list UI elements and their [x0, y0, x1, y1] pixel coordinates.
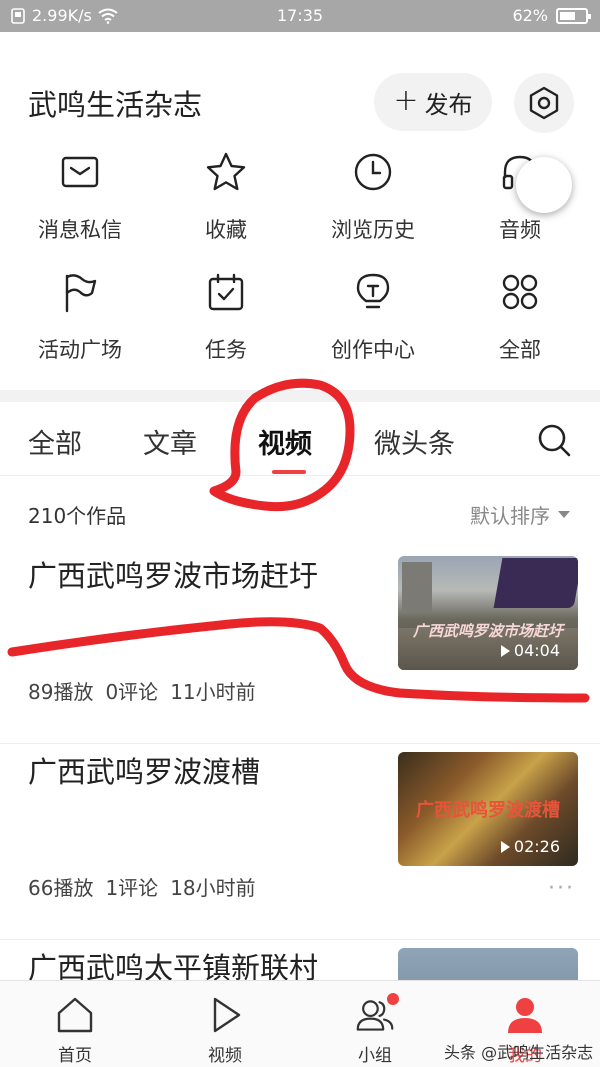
nav-group[interactable]: 小组 — [300, 981, 450, 1067]
works-count: 210个作品 — [28, 504, 127, 528]
mail-icon — [61, 156, 99, 188]
grid-item-creator-center[interactable]: 创作中心 — [298, 266, 448, 386]
video-duration: 04:04 — [500, 641, 560, 660]
grid-item-activity-square[interactable]: 活动广场 — [5, 266, 155, 386]
nav-label: 视频 — [208, 1046, 242, 1066]
thumb-overlay-text: 广西武鸣罗波市场赶圩 — [412, 622, 563, 640]
page-title: 武鸣生活杂志 — [28, 88, 203, 122]
play-icon — [213, 997, 241, 1033]
nav-home[interactable]: 首页 — [0, 981, 150, 1067]
comment-count: 1评论 — [105, 876, 159, 900]
list-item[interactable]: 广西武鸣罗波渡槽 广西武鸣罗波渡槽 02:26 66播放 1评论 18小时前 ·… — [0, 744, 600, 940]
home-icon — [57, 997, 93, 1033]
video-thumbnail[interactable] — [398, 948, 578, 980]
duration-text: 04:04 — [513, 641, 560, 660]
profile-header: 武鸣生活杂志 + 发布 — [0, 32, 600, 142]
grid-item-audio[interactable]: 音频 — [445, 146, 595, 266]
sort-label: 默认排序 — [470, 504, 550, 528]
play-count: 66播放 — [28, 876, 94, 900]
list-subheader: 210个作品 默认排序 — [0, 476, 600, 548]
lightbulb-icon — [356, 273, 390, 309]
notification-dot — [387, 993, 399, 1005]
publish-button[interactable]: + 发布 — [374, 73, 492, 131]
assistive-touch-ball[interactable] — [516, 157, 572, 213]
item-meta: 66播放 1评论 18小时前 — [28, 872, 256, 901]
item-title: 广西武鸣罗波渡槽 — [28, 755, 261, 789]
tab-videos[interactable]: 视频 — [258, 422, 312, 461]
grid-icon — [502, 274, 538, 310]
function-grid: 消息私信 收藏 浏览历史 音频 活动广场 任务 创作中心 全部 — [0, 142, 600, 382]
list-item[interactable]: 广西武鸣罗波市场赶圩 广西武鸣罗波市场赶圩 04:04 89播放 0评论 11小… — [0, 548, 600, 744]
grid-item-messages[interactable]: 消息私信 — [5, 146, 155, 266]
video-thumbnail[interactable]: 广西武鸣罗波市场赶圩 04:04 — [398, 556, 578, 670]
play-icon — [500, 644, 510, 657]
clock-icon — [354, 153, 392, 191]
section-divider — [0, 390, 600, 402]
gear-icon — [529, 86, 559, 120]
item-title: 广西武鸣罗波市场赶圩 — [28, 559, 319, 593]
item-title: 广西武鸣太平镇新联村 — [28, 951, 319, 980]
tab-micro-headlines[interactable]: 微头条 — [374, 422, 455, 461]
grid-label: 收藏 — [205, 218, 247, 242]
status-right: 62% — [512, 6, 591, 25]
grid-label: 创作中心 — [331, 338, 415, 362]
nav-label: 首页 — [58, 1046, 92, 1066]
more-options-icon[interactable]: ··· — [548, 876, 575, 901]
list-item[interactable]: 广西武鸣太平镇新联村 — [0, 940, 600, 980]
grid-item-favorites[interactable]: 收藏 — [151, 146, 301, 266]
grid-label: 音频 — [499, 218, 541, 242]
publish-time: 11小时前 — [170, 680, 256, 704]
publish-time: 18小时前 — [170, 876, 256, 900]
profile-icon — [508, 998, 542, 1033]
active-tab-indicator — [272, 470, 306, 474]
tab-all[interactable]: 全部 — [28, 422, 82, 461]
caret-down-icon — [558, 511, 570, 518]
flag-icon — [65, 274, 97, 313]
thumb-building — [402, 562, 432, 612]
sort-dropdown[interactable]: 默认排序 — [470, 500, 570, 529]
thumb-awning — [493, 558, 578, 608]
plus-icon: + — [393, 82, 419, 118]
watermark: 头条 @武鸣生活杂志 — [444, 1043, 594, 1062]
grid-item-all[interactable]: 全部 — [445, 266, 595, 386]
nav-video[interactable]: 视频 — [150, 981, 300, 1067]
status-bar: 2.99K/s 17:35 62% — [0, 0, 600, 32]
duration-text: 02:26 — [513, 837, 560, 856]
nav-label: 小组 — [358, 1046, 392, 1066]
clock: 17:35 — [276, 6, 324, 25]
comment-count: 0评论 — [105, 680, 159, 704]
star-icon — [206, 152, 246, 191]
grid-item-tasks[interactable]: 任务 — [151, 266, 301, 386]
tab-articles[interactable]: 文章 — [143, 422, 197, 461]
play-icon — [500, 840, 510, 853]
calendar-check-icon — [208, 273, 244, 311]
video-duration: 02:26 — [500, 837, 560, 856]
battery-level — [560, 11, 575, 20]
battery-percent: 62% — [512, 6, 548, 25]
settings-button[interactable] — [514, 73, 574, 133]
grid-label: 全部 — [499, 338, 541, 362]
grid-label: 活动广场 — [38, 338, 122, 362]
search-icon[interactable] — [536, 422, 572, 458]
grid-label: 任务 — [205, 338, 247, 362]
video-thumbnail[interactable]: 广西武鸣罗波渡槽 02:26 — [398, 752, 578, 866]
play-count: 89播放 — [28, 680, 94, 704]
content-tabs: 全部 文章 视频 微头条 — [0, 402, 600, 476]
grid-item-history[interactable]: 浏览历史 — [298, 146, 448, 266]
battery-icon — [556, 7, 591, 24]
item-meta: 89播放 0评论 11小时前 — [28, 676, 256, 705]
grid-label: 浏览历史 — [331, 218, 415, 242]
thumb-overlay-text: 广西武鸣罗波渡槽 — [416, 800, 560, 821]
publish-label: 发布 — [424, 90, 473, 119]
grid-label: 消息私信 — [38, 218, 122, 242]
